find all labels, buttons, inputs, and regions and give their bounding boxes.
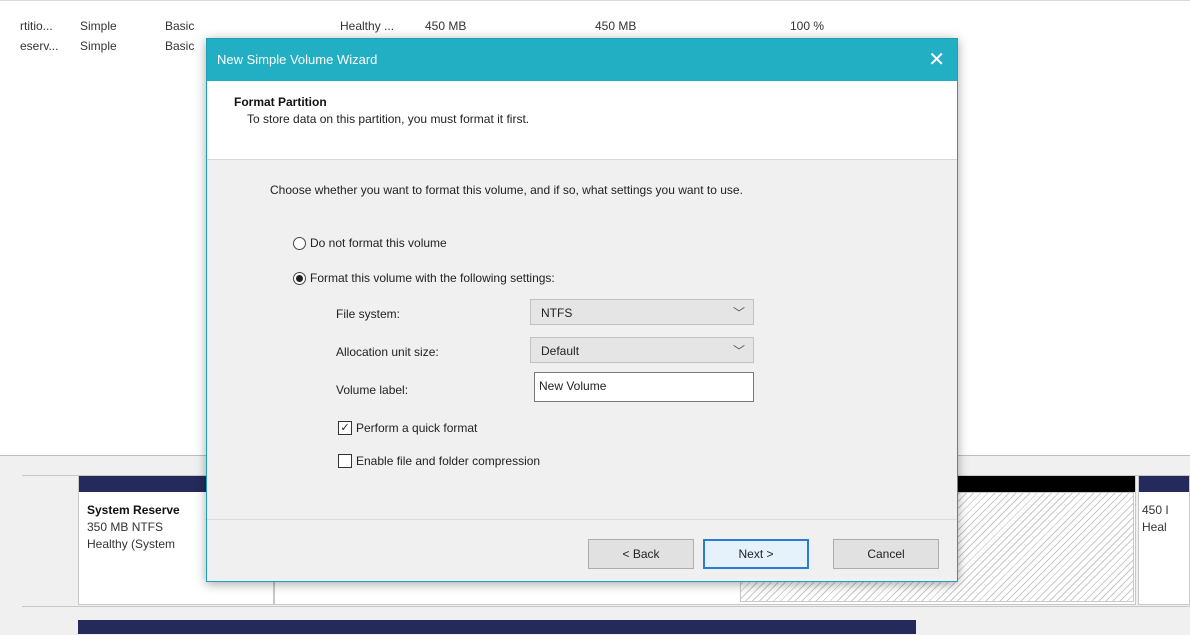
partition-bar bbox=[1139, 476, 1189, 492]
page-subtitle: To store data on this partition, you mus… bbox=[247, 112, 530, 126]
status-cell: Healthy ... bbox=[340, 19, 395, 33]
allocation-unit-label: Allocation unit size: bbox=[336, 345, 439, 359]
type-cell: Simple bbox=[80, 39, 117, 53]
kind-cell: Basic bbox=[165, 39, 195, 53]
dialog-titlebar[interactable]: New Simple Volume Wizard ✕ bbox=[207, 39, 957, 81]
instruction-text: Choose whether you want to format this v… bbox=[270, 183, 743, 197]
option-label: Perform a quick format bbox=[356, 421, 478, 435]
partition-status: Heal bbox=[1142, 520, 1167, 534]
kind-cell: Basic bbox=[165, 19, 195, 33]
close-icon[interactable]: ✕ bbox=[928, 47, 945, 72]
checkbox-checked[interactable]: ✓ bbox=[338, 421, 352, 435]
pct-free-cell: 100 % bbox=[790, 19, 825, 33]
layout-cell: rtitio... bbox=[20, 19, 53, 33]
capacity-cell: 450 MB bbox=[425, 19, 467, 33]
partition-name: System Reserve bbox=[87, 503, 180, 517]
page-title: Format Partition bbox=[234, 95, 327, 109]
allocation-unit-select[interactable]: Default ﹀ bbox=[530, 337, 754, 363]
next-button[interactable]: Next > bbox=[703, 539, 809, 569]
partition-size: 350 MB NTFS bbox=[87, 520, 164, 534]
partition-info: 450 I Heal bbox=[1142, 502, 1169, 536]
back-button[interactable]: < Back bbox=[588, 539, 694, 569]
format-option[interactable]: Format this volume with the following se… bbox=[293, 271, 555, 285]
option-label: Format this volume with the following se… bbox=[310, 271, 555, 285]
free-cell: 450 MB bbox=[595, 19, 637, 33]
partition-size: 450 I bbox=[1142, 503, 1169, 517]
wizard-header: Format Partition To store data on this p… bbox=[207, 81, 957, 160]
footer-divider bbox=[207, 519, 957, 520]
next-disk-bar bbox=[78, 620, 916, 634]
quick-format-option[interactable]: ✓ Perform a quick format bbox=[338, 421, 477, 435]
cancel-button[interactable]: Cancel bbox=[833, 539, 939, 569]
option-label: Enable file and folder compression bbox=[356, 454, 541, 468]
selected-value: NTFS bbox=[541, 306, 573, 320]
partition-status: Healthy (System bbox=[87, 537, 176, 551]
volume-row[interactable]: rtitio... Simple Basic Healthy ... 450 M… bbox=[0, 15, 1000, 37]
volume-label-label: Volume label: bbox=[336, 383, 409, 397]
compression-option[interactable]: Enable file and folder compression bbox=[338, 454, 540, 468]
dialog-title: New Simple Volume Wizard bbox=[217, 52, 378, 67]
chevron-down-icon: ﹀ bbox=[732, 344, 745, 358]
type-cell: Simple bbox=[80, 19, 117, 33]
checkbox[interactable] bbox=[338, 454, 352, 468]
right-partition[interactable]: 450 I Heal bbox=[1138, 475, 1190, 605]
new-simple-volume-wizard: New Simple Volume Wizard ✕ Format Partit… bbox=[206, 38, 958, 582]
input-value: New Volume bbox=[539, 379, 607, 393]
partition-info: System Reserve 350 MB NTFS Healthy (Syst… bbox=[87, 502, 180, 553]
file-system-label: File system: bbox=[336, 307, 401, 321]
layout-cell: eserv... bbox=[20, 39, 59, 53]
radio-button[interactable] bbox=[293, 236, 306, 250]
option-label: Do not format this volume bbox=[310, 236, 447, 250]
radio-button-selected[interactable] bbox=[293, 271, 306, 285]
volume-label-input[interactable]: New Volume bbox=[534, 372, 754, 402]
chevron-down-icon: ﹀ bbox=[732, 306, 745, 320]
no-format-option[interactable]: Do not format this volume bbox=[293, 236, 447, 250]
selected-value: Default bbox=[541, 344, 580, 358]
file-system-select[interactable]: NTFS ﹀ bbox=[530, 299, 754, 325]
